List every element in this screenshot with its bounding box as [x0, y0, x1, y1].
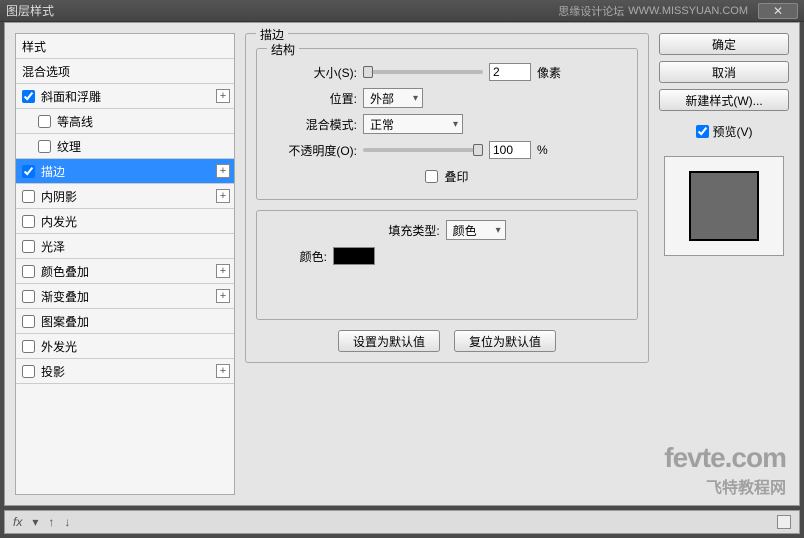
opacity-slider[interactable]	[363, 148, 483, 152]
fx-label[interactable]: fx	[13, 515, 22, 529]
style-item-1[interactable]: 等高线	[16, 109, 234, 134]
style-checkbox[interactable]	[22, 365, 35, 378]
set-default-button[interactable]: 设置为默认值	[338, 330, 440, 352]
opacity-label: 不透明度(O):	[267, 142, 357, 159]
preview-label: 预览(V)	[713, 123, 753, 140]
style-item-3[interactable]: 描边 +	[16, 159, 234, 184]
style-item-11[interactable]: 投影 +	[16, 359, 234, 384]
style-item-5[interactable]: 内发光	[16, 209, 234, 234]
style-item-6[interactable]: 光泽	[16, 234, 234, 259]
new-style-button[interactable]: 新建样式(W)...	[659, 89, 789, 111]
structure-group: 结构 大小(S): 像素 位置: 外部 混合模式: 正常 不透明度(O):	[256, 48, 638, 200]
style-item-2[interactable]: 纹理	[16, 134, 234, 159]
style-label: 纹理	[57, 138, 81, 155]
style-checkbox[interactable]	[38, 115, 51, 128]
stroke-group: 描边 结构 大小(S): 像素 位置: 外部 混合模式: 正常	[245, 33, 649, 363]
fx-menu-icon[interactable]: ▾	[32, 515, 38, 529]
up-arrow-icon[interactable]: ↑	[48, 515, 54, 529]
style-checkbox[interactable]	[22, 90, 35, 103]
size-label: 大小(S):	[267, 64, 357, 81]
style-checkbox[interactable]	[22, 165, 35, 178]
url-text: WWW.MISSYUAN.COM	[628, 5, 748, 17]
style-checkbox[interactable]	[22, 215, 35, 228]
close-button[interactable]: ✕	[758, 3, 798, 19]
position-label: 位置:	[267, 90, 357, 107]
dialog-body: 样式 混合选项 斜面和浮雕+等高线纹理描边+内阴影+内发光光泽颜色叠加+渐变叠加…	[4, 22, 800, 506]
style-label: 内发光	[41, 213, 77, 230]
structure-title: 结构	[267, 41, 299, 58]
expand-icon[interactable]: +	[216, 264, 230, 278]
style-item-9[interactable]: 图案叠加	[16, 309, 234, 334]
blending-options[interactable]: 混合选项	[16, 59, 234, 84]
titlebar: 图层样式 思缘设计论坛 WWW.MISSYUAN.COM ✕	[0, 0, 804, 22]
overprint-checkbox[interactable]	[425, 170, 438, 183]
style-item-10[interactable]: 外发光	[16, 334, 234, 359]
style-label: 斜面和浮雕	[41, 88, 101, 105]
style-checkbox[interactable]	[22, 315, 35, 328]
forum-text: 思缘设计论坛	[558, 3, 624, 19]
preview-swatch	[689, 171, 759, 241]
preview-box	[664, 156, 784, 256]
styles-list: 样式 混合选项 斜面和浮雕+等高线纹理描边+内阴影+内发光光泽颜色叠加+渐变叠加…	[15, 33, 235, 495]
ok-button[interactable]: 确定	[659, 33, 789, 55]
style-label: 等高线	[57, 113, 93, 130]
style-label: 光泽	[41, 238, 65, 255]
opacity-unit: %	[537, 143, 548, 157]
style-item-8[interactable]: 渐变叠加 +	[16, 284, 234, 309]
filltype-label: 填充类型:	[388, 222, 439, 239]
style-item-7[interactable]: 颜色叠加 +	[16, 259, 234, 284]
opacity-input[interactable]	[489, 141, 531, 159]
color-swatch[interactable]	[333, 247, 375, 265]
style-item-0[interactable]: 斜面和浮雕 +	[16, 84, 234, 109]
expand-icon[interactable]: +	[216, 364, 230, 378]
blend-dropdown[interactable]: 正常	[363, 114, 463, 134]
preview-checkbox[interactable]	[696, 125, 709, 138]
cancel-button[interactable]: 取消	[659, 61, 789, 83]
footer: fx ▾ ↑ ↓	[4, 510, 800, 534]
style-label: 投影	[41, 363, 65, 380]
right-panel: 确定 取消 新建样式(W)... 预览(V)	[659, 33, 789, 495]
styles-header[interactable]: 样式	[16, 34, 234, 59]
style-checkbox[interactable]	[22, 190, 35, 203]
style-label: 描边	[41, 163, 65, 180]
style-label: 外发光	[41, 338, 77, 355]
filltype-dropdown[interactable]: 颜色	[446, 220, 506, 240]
expand-icon[interactable]: +	[216, 289, 230, 303]
style-checkbox[interactable]	[22, 290, 35, 303]
style-checkbox[interactable]	[22, 265, 35, 278]
style-label: 颜色叠加	[41, 263, 89, 280]
overprint-label: 叠印	[444, 168, 468, 185]
style-item-4[interactable]: 内阴影 +	[16, 184, 234, 209]
blend-label: 混合模式:	[267, 116, 357, 133]
expand-icon[interactable]: +	[216, 189, 230, 203]
size-input[interactable]	[489, 63, 531, 81]
expand-icon[interactable]: +	[216, 89, 230, 103]
style-label: 图案叠加	[41, 313, 89, 330]
trash-icon[interactable]	[777, 515, 791, 529]
expand-icon[interactable]: +	[216, 164, 230, 178]
style-checkbox[interactable]	[22, 240, 35, 253]
down-arrow-icon[interactable]: ↓	[64, 515, 70, 529]
size-unit: 像素	[537, 64, 561, 81]
position-dropdown[interactable]: 外部	[363, 88, 423, 108]
slider-thumb[interactable]	[473, 144, 483, 156]
reset-default-button[interactable]: 复位为默认值	[454, 330, 556, 352]
size-slider[interactable]	[363, 70, 483, 74]
style-label: 渐变叠加	[41, 288, 89, 305]
slider-thumb[interactable]	[363, 66, 373, 78]
main-panel: 描边 结构 大小(S): 像素 位置: 外部 混合模式: 正常	[245, 33, 649, 495]
style-label: 内阴影	[41, 188, 77, 205]
window-title: 图层样式	[6, 2, 558, 19]
style-checkbox[interactable]	[22, 340, 35, 353]
fill-group: 填充类型: 颜色 颜色:	[256, 210, 638, 320]
style-checkbox[interactable]	[38, 140, 51, 153]
color-label: 颜色:	[267, 248, 327, 265]
